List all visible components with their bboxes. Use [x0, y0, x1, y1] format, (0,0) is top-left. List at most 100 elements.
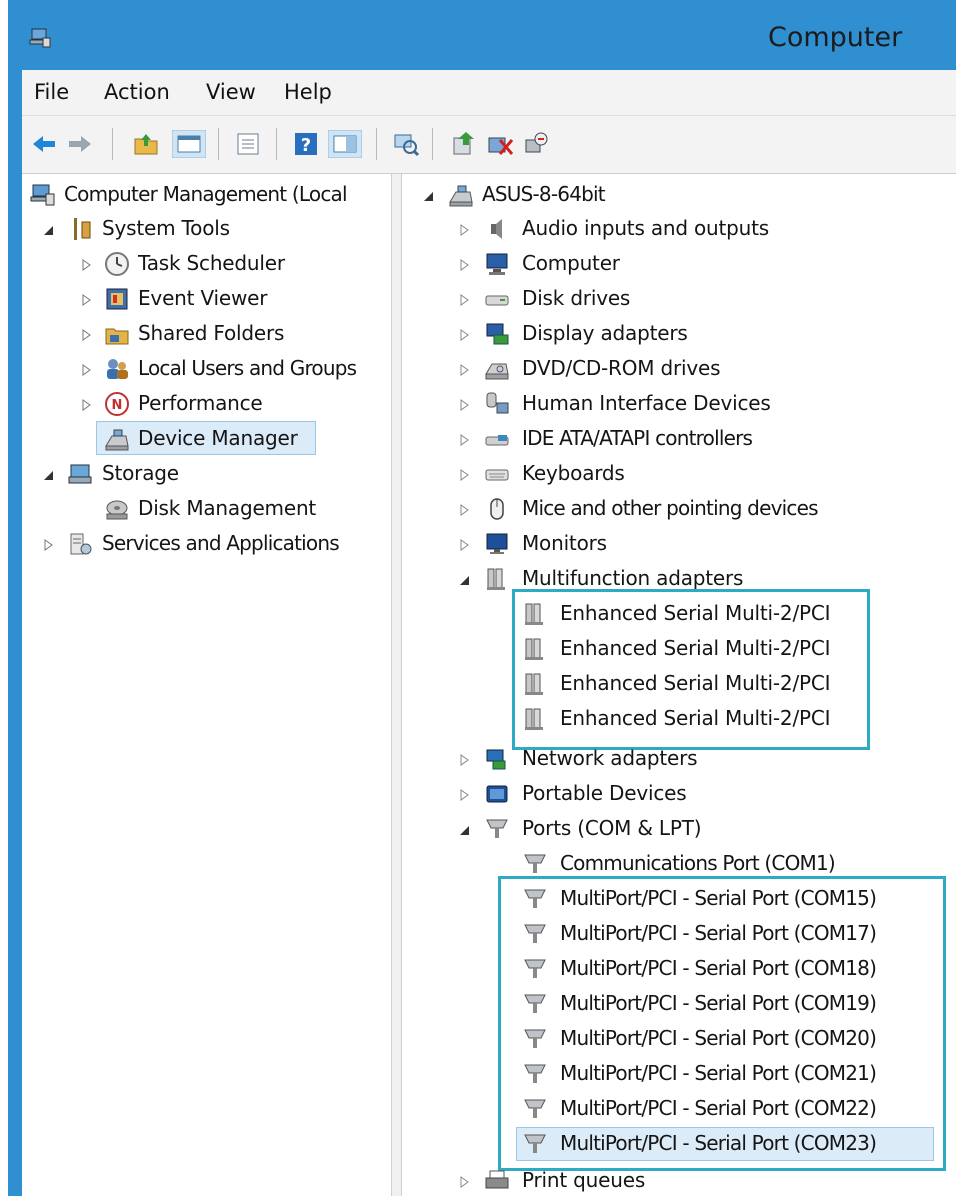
menu-action[interactable]: Action [104, 80, 170, 104]
tree-item-performance[interactable]: N Performance [28, 387, 392, 421]
device-category-hid[interactable]: Human Interface Devices [422, 387, 942, 421]
pane-splitter[interactable] [392, 174, 402, 1196]
show-hide-console-tree-icon[interactable] [172, 130, 206, 158]
device-category-dvd-cdrom[interactable]: DVD/CD-ROM drives [422, 352, 942, 386]
collapsed-arrow-icon[interactable] [42, 539, 54, 551]
collapsed-arrow-icon[interactable] [458, 504, 470, 516]
toolbar-separator [112, 128, 113, 160]
device-category-disk-drives[interactable]: Disk drives [422, 282, 942, 316]
tree-label: IDE ATA/ATAPI controllers [522, 426, 753, 450]
collapsed-arrow-icon[interactable] [80, 329, 92, 341]
show-hide-action-pane-icon[interactable] [328, 130, 362, 158]
toolbar: ? [22, 116, 956, 174]
tree-label: Disk drives [522, 286, 631, 310]
help-icon[interactable]: ? [292, 130, 320, 158]
device-category-monitors[interactable]: Monitors [422, 527, 942, 561]
expanded-arrow-icon[interactable] [422, 190, 434, 202]
tree-item-event-viewer[interactable]: Event Viewer [28, 282, 392, 316]
expanded-arrow-icon[interactable] [42, 224, 54, 236]
collapsed-arrow-icon[interactable] [458, 329, 470, 341]
tree-item-device-manager[interactable]: Device Manager [28, 422, 392, 456]
speaker-icon [491, 219, 502, 239]
multifunction-highlight-box [512, 589, 870, 750]
device-category-audio[interactable]: Audio inputs and outputs [422, 212, 942, 246]
tree-label: Storage [102, 461, 179, 485]
menu-file[interactable]: File [34, 80, 69, 104]
collapsed-arrow-icon[interactable] [458, 294, 470, 306]
tree-label: Services and Applications [102, 531, 340, 555]
forward-arrow-icon[interactable] [66, 130, 94, 158]
expanded-arrow-icon[interactable] [42, 469, 54, 481]
collapsed-arrow-icon[interactable] [458, 539, 470, 551]
keyboard-icon [485, 469, 509, 481]
device-manager-icon [105, 429, 129, 451]
device-category-computer[interactable]: Computer [422, 247, 942, 281]
mouse-icon [490, 498, 504, 520]
device-category-network-adapters[interactable]: Network adapters [422, 742, 942, 776]
properties-icon[interactable] [234, 130, 262, 158]
monitor-icon [486, 533, 508, 554]
tree-item-storage[interactable]: Storage [28, 457, 392, 491]
performance-icon: N [105, 392, 129, 416]
device-category-mice[interactable]: Mice and other pointing devices [422, 492, 942, 526]
collapsed-arrow-icon[interactable] [458, 469, 470, 481]
back-arrow-icon[interactable] [30, 130, 58, 158]
tree-label: Device Manager [138, 426, 298, 450]
scan-hardware-icon[interactable] [392, 130, 420, 158]
collapsed-arrow-icon[interactable] [458, 259, 470, 271]
collapsed-arrow-icon[interactable] [458, 1176, 470, 1188]
tree-label: Print queues [522, 1168, 646, 1192]
tree-item-system-tools[interactable]: System Tools [28, 212, 392, 246]
expanded-arrow-icon[interactable] [458, 824, 470, 836]
users-icon [107, 359, 128, 379]
tree-label: Performance [138, 391, 263, 415]
collapsed-arrow-icon[interactable] [458, 399, 470, 411]
event-viewer-icon [106, 288, 128, 310]
collapsed-arrow-icon[interactable] [458, 754, 470, 766]
tree-item-disk-management[interactable]: Disk Management [28, 492, 392, 526]
computer-management-icon [30, 184, 55, 206]
collapsed-arrow-icon[interactable] [80, 399, 92, 411]
tree-label: Portable Devices [522, 781, 687, 805]
collapsed-arrow-icon[interactable] [80, 259, 92, 271]
up-folder-icon[interactable] [132, 130, 160, 158]
portable-device-icon [486, 785, 508, 803]
collapsed-arrow-icon[interactable] [80, 294, 92, 306]
title-bar[interactable]: Computer [8, 0, 956, 70]
device-category-portable-devices[interactable]: Portable Devices [422, 777, 942, 811]
collapsed-arrow-icon[interactable] [458, 789, 470, 801]
menu-view[interactable]: View [206, 80, 256, 104]
shared-folder-icon [105, 328, 129, 345]
tree-item-computer-management[interactable]: Computer Management (Local [28, 178, 392, 212]
collapsed-arrow-icon[interactable] [458, 364, 470, 376]
device-category-ports[interactable]: Ports (COM & LPT) [422, 812, 942, 846]
update-driver-icon[interactable] [450, 130, 478, 158]
tree-item-task-scheduler[interactable]: Task Scheduler [28, 247, 392, 281]
collapsed-arrow-icon[interactable] [80, 364, 92, 376]
tree-label: Network adapters [522, 746, 698, 770]
display-adapter-icon [486, 323, 509, 345]
tree-item-services-and-applications[interactable]: Services and Applications [28, 527, 392, 561]
tree-label: Task Scheduler [138, 251, 285, 275]
toolbar-separator [276, 128, 277, 160]
menu-help[interactable]: Help [284, 80, 332, 104]
device-root-computer[interactable]: ASUS-8-64bit [422, 178, 922, 212]
expanded-arrow-icon[interactable] [458, 574, 470, 586]
tree-item-local-users-and-groups[interactable]: Local Users and Groups [28, 352, 392, 386]
uninstall-device-icon[interactable] [522, 130, 550, 158]
device-category-ide[interactable]: IDE ATA/ATAPI controllers [422, 422, 942, 456]
device-category-print-queues[interactable]: Print queues [422, 1164, 942, 1196]
tree-item-shared-folders[interactable]: Shared Folders [28, 317, 392, 351]
disable-device-icon[interactable] [486, 130, 514, 158]
device-category-display-adapters[interactable]: Display adapters [422, 317, 942, 351]
port-icon [524, 854, 546, 873]
port-icon [486, 819, 508, 838]
storage-icon [68, 464, 92, 484]
device-category-keyboards[interactable]: Keyboards [422, 457, 942, 491]
printer-icon [485, 1170, 509, 1189]
system-tools-icon [74, 218, 91, 240]
collapsed-arrow-icon[interactable] [458, 224, 470, 236]
tree-label: DVD/CD-ROM drives [522, 356, 721, 380]
collapsed-arrow-icon[interactable] [458, 434, 470, 446]
computer-icon [486, 253, 508, 275]
